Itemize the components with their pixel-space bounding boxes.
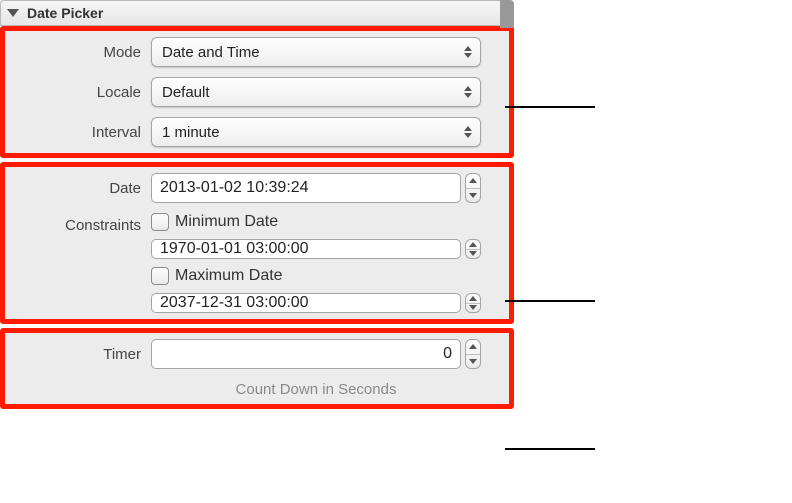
panel-title: Date Picker: [27, 5, 103, 21]
min-date-input[interactable]: [151, 239, 461, 259]
timer-label: Timer: [11, 346, 141, 363]
max-date-input[interactable]: [151, 293, 461, 313]
mode-popup-value: Date and Time: [162, 44, 260, 61]
connector-line: [505, 300, 595, 302]
locale-popup-value: Default: [162, 84, 210, 101]
date-label: Date: [11, 180, 141, 197]
min-date-checkbox-label: Minimum Date: [175, 213, 278, 231]
interval-popup[interactable]: 1 minute: [151, 117, 481, 147]
date-picker-panel: Date Picker Mode Date and Time Locale De…: [0, 0, 514, 409]
updown-arrows-icon: [462, 43, 474, 61]
max-date-checkbox[interactable]: [151, 267, 169, 285]
interval-popup-value: 1 minute: [162, 124, 220, 141]
min-date-stepper[interactable]: [465, 239, 481, 259]
disclosure-triangle-icon[interactable]: [7, 9, 19, 17]
updown-arrows-icon: [462, 123, 474, 141]
timer-input[interactable]: [151, 339, 461, 369]
locale-label: Locale: [11, 84, 141, 101]
date-input[interactable]: [151, 173, 461, 203]
panel-header-grip: [500, 0, 514, 28]
connector-line: [505, 106, 595, 108]
section-date-constraints: Date Constraints Minimum Date: [0, 162, 514, 324]
timer-stepper[interactable]: [465, 339, 481, 369]
section-mode-locale-interval: Mode Date and Time Locale Default Interv…: [0, 26, 514, 158]
mode-label: Mode: [11, 44, 141, 61]
timer-hint: Count Down in Seconds: [151, 381, 481, 398]
min-date-checkbox[interactable]: [151, 213, 169, 231]
panel-header[interactable]: Date Picker: [0, 0, 514, 26]
locale-popup[interactable]: Default: [151, 77, 481, 107]
constraints-label: Constraints: [11, 213, 141, 234]
section-timer: Timer Count Down in Seconds: [0, 328, 514, 409]
date-stepper[interactable]: [465, 173, 481, 203]
updown-arrows-icon: [462, 83, 474, 101]
interval-label: Interval: [11, 124, 141, 141]
max-date-stepper[interactable]: [465, 293, 481, 313]
max-date-checkbox-label: Maximum Date: [175, 267, 283, 285]
mode-popup[interactable]: Date and Time: [151, 37, 481, 67]
connector-line: [505, 448, 595, 450]
